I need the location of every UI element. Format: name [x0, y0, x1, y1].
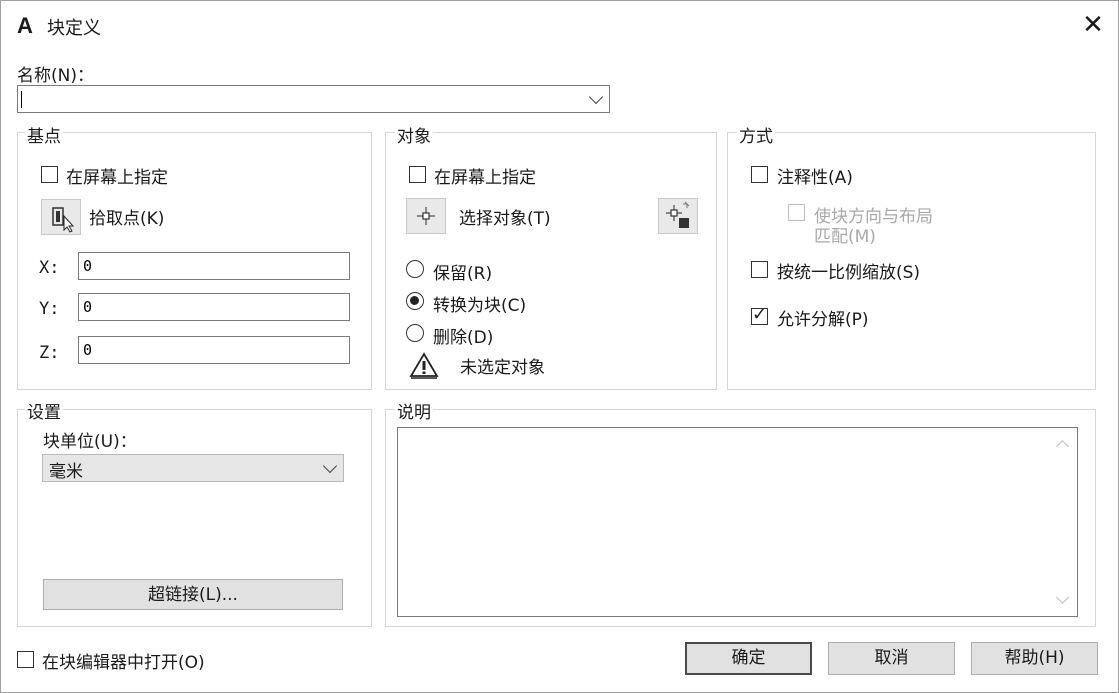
behavior-title: 方式 — [737, 122, 775, 147]
chevron-down-icon[interactable] — [588, 89, 604, 105]
x-input[interactable] — [78, 252, 350, 280]
pick-point-label: 拾取点(K) — [89, 209, 165, 229]
window-title: 块定义 — [47, 18, 101, 39]
basepoint-specify-label: 在屏幕上指定 — [66, 168, 168, 188]
match-orientation-checkbox[interactable] — [788, 204, 805, 221]
crosshair-icon — [417, 207, 435, 225]
retain-label: 保留(R) — [433, 264, 493, 284]
y-input[interactable] — [78, 293, 350, 321]
x-label: X: — [39, 258, 60, 278]
scroll-down-icon[interactable] — [1056, 591, 1069, 604]
allow-exploding-label: 允许分解(P) — [777, 310, 869, 330]
block-unit-value: 毫米 — [49, 462, 83, 482]
scale-uniformly-label: 按统一比例缩放(S) — [777, 263, 921, 283]
objects-specify-checkbox[interactable] — [409, 166, 426, 183]
open-in-editor-label: 在块编辑器中打开(O) — [42, 653, 205, 673]
annotative-label: 注释性(A) — [777, 168, 853, 188]
hyperlink-button[interactable]: 超链接(L)... — [43, 579, 343, 610]
delete-label: 删除(D) — [433, 328, 494, 348]
match-orientation-label-line2: 匹配(M) — [814, 227, 876, 247]
delete-radio[interactable] — [406, 324, 424, 342]
z-input[interactable] — [78, 336, 350, 364]
annotative-checkbox[interactable] — [751, 166, 768, 183]
scroll-up-icon[interactable] — [1056, 440, 1069, 453]
block-unit-label: 块单位(U)： — [43, 432, 137, 452]
quick-select-button[interactable] — [658, 198, 698, 234]
name-combo[interactable] — [17, 85, 610, 113]
objects-specify-label: 在屏幕上指定 — [434, 168, 536, 188]
select-objects-label: 选择对象(T) — [459, 209, 551, 229]
ok-button[interactable]: 确定 — [685, 642, 812, 675]
block-unit-select[interactable]: 毫米 — [42, 454, 344, 482]
block-definition-dialog: A 块定义 ✕ 名称(N)： 基点 在屏幕上指定 拾取点(K) X: Y: Z:… — [0, 0, 1119, 693]
objects-title: 对象 — [395, 122, 433, 147]
pick-point-icon — [52, 207, 75, 233]
quick-select-icon — [666, 201, 690, 228]
z-label: Z: — [39, 343, 60, 363]
cancel-button[interactable]: 取消 — [828, 642, 955, 675]
help-button[interactable]: 帮助(H) — [971, 642, 1098, 675]
warning-icon — [409, 352, 439, 379]
description-textarea[interactable] — [397, 427, 1078, 617]
retain-radio[interactable] — [406, 260, 424, 278]
selection-status: 未选定对象 — [460, 358, 545, 378]
basepoint-title: 基点 — [25, 122, 63, 147]
convert-to-block-radio[interactable] — [406, 292, 424, 310]
convert-to-block-label: 转换为块(C) — [433, 296, 527, 316]
scale-uniformly-checkbox[interactable] — [751, 261, 768, 278]
title-bar: A 块定义 ✕ — [1, 1, 1118, 49]
y-label: Y: — [39, 299, 60, 319]
select-objects-button[interactable] — [406, 198, 446, 234]
close-button[interactable]: ✕ — [1073, 5, 1113, 45]
description-title: 说明 — [395, 398, 433, 423]
basepoint-specify-checkbox[interactable] — [41, 166, 58, 183]
pick-point-button[interactable] — [41, 199, 81, 235]
chevron-down-icon[interactable] — [322, 458, 338, 474]
text-caret — [21, 91, 22, 108]
allow-exploding-checkbox[interactable] — [751, 304, 768, 325]
settings-title: 设置 — [25, 398, 63, 423]
autocad-logo-icon: A — [17, 13, 33, 38]
name-label: 名称(N)： — [17, 66, 94, 86]
open-in-editor-checkbox[interactable] — [17, 651, 34, 668]
